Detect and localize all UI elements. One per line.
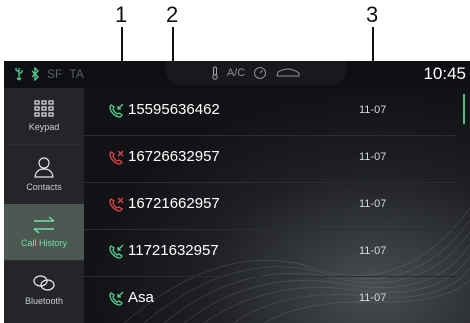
sidebar-item-label: Keypad [28, 122, 60, 132]
call-row[interactable]: 16726632957 11-07 [84, 135, 456, 183]
usb-icon [15, 68, 23, 81]
sidebar-item-call-history[interactable]: Call History [4, 204, 84, 261]
sidebar-item-keypad[interactable]: Keypad [4, 88, 84, 145]
callout-3: 3 [366, 2, 379, 27]
contacts-icon [34, 157, 54, 178]
call-date: 11-07 [359, 245, 387, 257]
call-number: 11721632957 [128, 242, 219, 259]
status-indicators: SF TA [14, 66, 84, 82]
status-sf-label: SF [47, 67, 63, 81]
sidebar-item-label: Bluetooth [24, 296, 64, 306]
clock-gauge-icon [254, 67, 267, 79]
call-date: 11-07 [359, 292, 387, 304]
sidebar-item-contacts[interactable]: Contacts [4, 146, 84, 203]
callout-2: 2 [166, 2, 179, 27]
call-date: 11-07 [359, 104, 387, 116]
sidebar: Keypad Contacts Call History Bluetooth [4, 88, 84, 323]
climate-strip: A/C [166, 61, 346, 85]
call-history-icon [33, 216, 55, 234]
call-row[interactable]: 11721632957 11-07 [84, 229, 456, 277]
call-row[interactable]: 16721662957 11-07 [84, 182, 456, 230]
ac-label: A/C [226, 67, 246, 79]
sidebar-item-bluetooth[interactable]: Bluetooth [4, 262, 84, 318]
head-unit-screen: SF TA A/C 10:45 Keypad Contacts Call His… [4, 61, 470, 323]
call-number: 16721662957 [128, 195, 220, 212]
call-date: 11-07 [359, 151, 387, 163]
status-ta-label: TA [69, 67, 84, 81]
missed-call-icon [109, 197, 124, 212]
clock: 10:45 [423, 64, 466, 83]
call-date: 11-07 [359, 198, 387, 210]
incoming-call-icon [109, 244, 124, 259]
call-name: Asa [128, 289, 154, 306]
call-number: 15595636462 [128, 101, 220, 118]
status-bar: SF TA A/C 10:45 [4, 61, 470, 88]
call-row[interactable]: 15595636462 11-07 [84, 88, 456, 136]
call-row[interactable]: Asa 11-07 [84, 276, 456, 323]
scrollbar[interactable] [463, 94, 465, 124]
incoming-call-icon [109, 103, 124, 118]
thermometer-icon [212, 66, 218, 80]
keypad-icon [34, 100, 54, 117]
call-number: 16726632957 [128, 148, 220, 165]
bluetooth-status-icon [31, 67, 39, 81]
car-icon [276, 68, 300, 77]
missed-call-icon [109, 150, 124, 165]
incoming-call-icon [109, 291, 124, 306]
sidebar-item-label: Contacts [26, 182, 62, 192]
callout-1: 1 [115, 2, 128, 27]
sidebar-item-label: Call History [20, 238, 67, 248]
bluetooth-link-icon [33, 275, 55, 291]
call-history-list[interactable]: 15595636462 11-07 16726632957 11-07 1672… [84, 88, 470, 323]
